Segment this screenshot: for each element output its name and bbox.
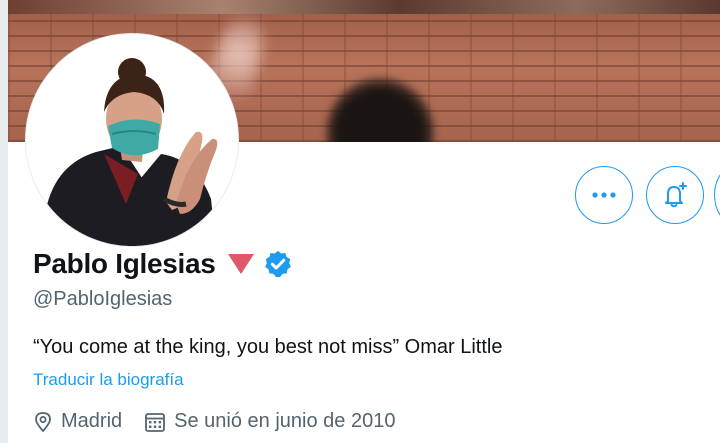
- left-gutter: [0, 0, 8, 443]
- profile-bio: “You come at the king, you best not miss…: [33, 336, 503, 358]
- bell-plus-icon: [665, 182, 687, 208]
- more-icon: [592, 192, 616, 198]
- calendar-icon: [145, 412, 166, 432]
- notifications-button[interactable]: [646, 166, 704, 224]
- location-item: Madrid: [33, 410, 122, 433]
- location-pin-icon: [35, 411, 51, 432]
- more-options-button[interactable]: [575, 166, 633, 224]
- profile-handle: @PabloIglesias: [33, 288, 173, 310]
- profile-name-row: Pablo Iglesias: [33, 248, 293, 280]
- location-text: Madrid: [61, 410, 123, 432]
- joined-text: Se unió en junio de 2010: [174, 410, 396, 432]
- profile-avatar[interactable]: [26, 34, 238, 246]
- translate-bio-link[interactable]: Traducir la biografía: [33, 370, 184, 390]
- avatar-illustration: [46, 58, 218, 246]
- joined-item: Se unió en junio de 2010: [144, 410, 395, 433]
- follow-button-edge[interactable]: [714, 166, 720, 224]
- display-name: Pablo Iglesias: [33, 248, 216, 279]
- verified-badge-icon[interactable]: [263, 249, 293, 279]
- red-triangle-icon: [227, 254, 254, 274]
- profile-meta-row: Madrid Se unió en junio de 2010: [33, 410, 417, 433]
- banner-balcony: [8, 0, 720, 14]
